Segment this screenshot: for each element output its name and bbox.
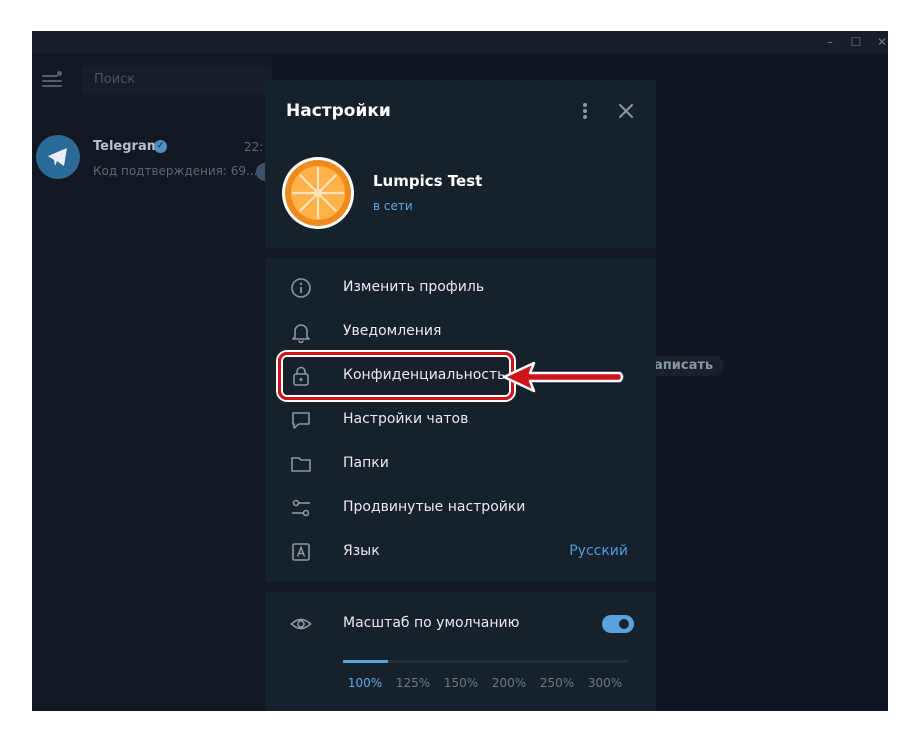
eye-icon xyxy=(290,613,312,635)
empty-chat-hint: аписать xyxy=(644,356,724,376)
menu-item-folders[interactable]: Папки xyxy=(265,443,656,487)
folder-icon xyxy=(290,453,312,475)
scale-slider[interactable] xyxy=(343,660,628,663)
title-bar: – ☐ ✕ xyxy=(32,31,888,53)
profile-name: Lumpics Test xyxy=(373,172,483,190)
highlight-box xyxy=(278,352,514,400)
menu-item-chat-settings[interactable]: Настройки чатов xyxy=(265,399,656,443)
scale-option[interactable]: 125% xyxy=(391,676,435,690)
sliders-icon xyxy=(290,497,312,519)
language-icon xyxy=(290,541,312,563)
menu-item-label: Уведомления xyxy=(343,323,442,339)
scale-option[interactable]: 200% xyxy=(487,676,531,690)
maximize-icon[interactable]: ☐ xyxy=(844,31,868,53)
chat-time: 22: xyxy=(244,140,264,154)
dialog-title: Настройки xyxy=(286,101,391,121)
more-options-icon[interactable] xyxy=(575,100,595,122)
menu-item-language[interactable]: Язык Русский xyxy=(265,531,656,575)
hamburger-menu-icon[interactable] xyxy=(42,71,62,89)
info-icon xyxy=(290,277,312,299)
menu-item-advanced[interactable]: Продвинутые настройки xyxy=(265,487,656,531)
pointer-arrow-icon xyxy=(502,361,624,393)
verified-icon: ✓ xyxy=(154,140,167,153)
scale-option[interactable]: 150% xyxy=(439,676,483,690)
chat-bubble-icon xyxy=(290,409,312,431)
scale-option[interactable]: 250% xyxy=(535,676,579,690)
scale-option[interactable]: 100% xyxy=(343,676,387,690)
menu-item-label: Язык xyxy=(343,543,380,559)
default-scale-toggle[interactable] xyxy=(602,615,634,633)
chat-preview: Код подтверждения: 69... xyxy=(93,164,258,178)
section-divider xyxy=(265,582,656,592)
section-divider xyxy=(265,248,656,258)
scale-option[interactable]: 300% xyxy=(583,676,627,690)
chat-name: Telegram xyxy=(93,139,161,154)
close-window-icon[interactable]: ✕ xyxy=(870,31,888,53)
menu-item-label: Изменить профиль xyxy=(343,279,485,295)
avatar[interactable] xyxy=(282,157,354,229)
menu-item-edit-profile[interactable]: Изменить профиль xyxy=(265,267,656,311)
close-icon[interactable] xyxy=(615,100,637,122)
scale-label: Масштаб по умолчанию xyxy=(343,615,520,631)
chat-list-item[interactable]: Telegram ✓ 22: Код подтверждения: 69... xyxy=(32,133,276,191)
chat-list-panel: Поиск Telegram ✓ 22: Код подтверждения: … xyxy=(32,53,276,711)
search-input[interactable]: Поиск xyxy=(82,65,272,95)
telegram-avatar-icon xyxy=(36,135,80,179)
default-scale-row[interactable]: Масштаб по умолчанию xyxy=(265,603,656,647)
menu-item-label: Продвинутые настройки xyxy=(343,499,526,515)
minimize-icon[interactable]: – xyxy=(818,31,842,53)
menu-item-label: Папки xyxy=(343,455,389,471)
menu-item-label: Настройки чатов xyxy=(343,411,469,427)
bell-icon xyxy=(290,321,312,344)
menu-item-notifications[interactable]: Уведомления xyxy=(265,311,656,355)
profile-status: в сети xyxy=(373,199,413,213)
language-value: Русский xyxy=(569,543,628,559)
